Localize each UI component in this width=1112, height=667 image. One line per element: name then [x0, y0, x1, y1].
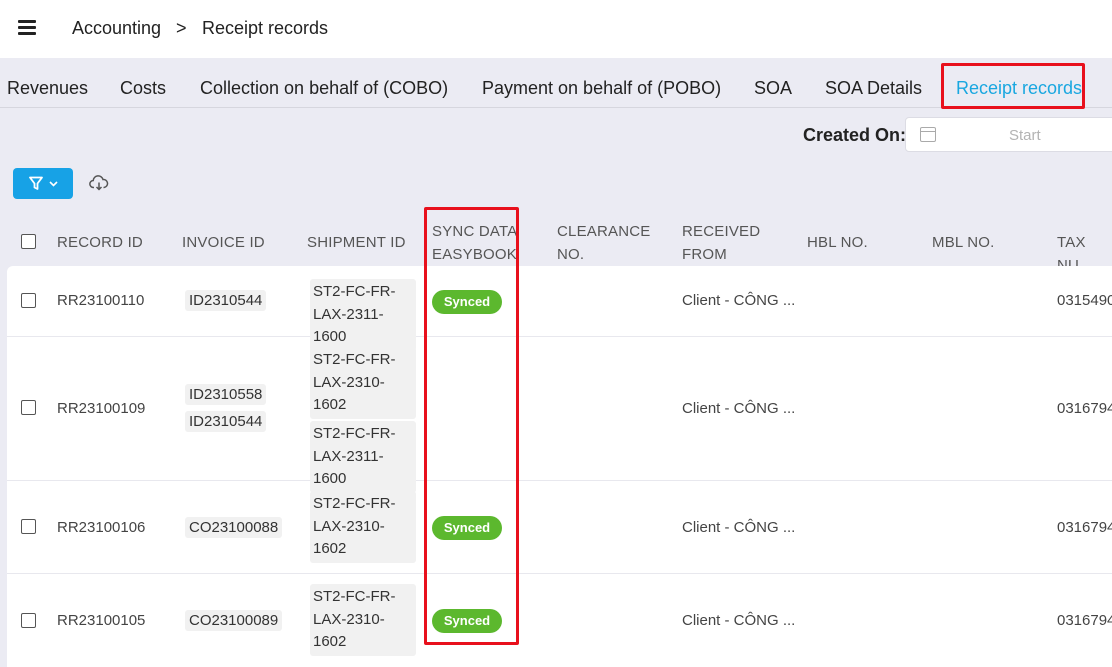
shipment-line: 1602 [313, 633, 347, 650]
calendar-icon [920, 127, 936, 142]
column-clearance-line-2: NO. [557, 246, 585, 263]
table-row[interactable]: RR23100110 ID2310544 ST2-FC-FR- LAX-2311-… [7, 266, 1112, 351]
chevron-down-icon [48, 180, 58, 187]
shipment-id-chip[interactable]: ST2-FC-FR- LAX-2310- 1602 [310, 491, 416, 563]
tab-costs[interactable]: Costs [120, 78, 166, 99]
row-checkbox[interactable] [21, 293, 36, 308]
row-checkbox[interactable] [21, 519, 36, 534]
column-mbl-no[interactable]: MBL NO. [932, 231, 995, 254]
invoice-id-chip[interactable]: CO23100088 [185, 517, 283, 538]
received-from: Client - CÔNG ... [682, 292, 796, 309]
table-row[interactable]: RR23100106 CO23100088 ST2-FC-FR- LAX-2310… [7, 481, 1112, 574]
tab-pobo[interactable]: Payment on behalf of (POBO) [482, 78, 721, 99]
invoice-id-chip[interactable]: ID2310544 [185, 290, 267, 311]
column-record-id[interactable]: RECORD ID [57, 231, 143, 254]
shipment-line: ST2-FC-FR- [313, 351, 396, 368]
row-checkbox[interactable] [21, 613, 36, 628]
cloud-download-icon[interactable] [89, 175, 109, 191]
tab-soa-details[interactable]: SOA Details [825, 78, 922, 99]
select-all-checkbox[interactable] [21, 234, 36, 249]
tab-cobo[interactable]: Collection on behalf of (COBO) [200, 78, 448, 99]
shipment-id-chip[interactable]: ST2-FC-FR- LAX-2310- 1602 [310, 347, 416, 419]
shipment-line: LAX-2310- [313, 610, 385, 628]
created-on-label: Created On: [803, 125, 907, 145]
received-from: Client - CÔNG ... [682, 519, 796, 536]
invoice-id-chip[interactable]: ID2310558 [185, 384, 267, 405]
shipment-line: ST2-FC-FR- [313, 425, 396, 442]
shipment-line: 1602 [313, 540, 347, 557]
column-received-line-2: FROM [682, 246, 727, 263]
tab-revenues[interactable]: Revenues [7, 78, 88, 99]
highlight-box-sync-data-column [424, 207, 519, 645]
column-received-from[interactable]: RECEIVED FROM [682, 220, 760, 266]
column-clearance-no[interactable]: CLEARANCE NO. [557, 220, 651, 266]
shipment-id-chip[interactable]: ST2-FC-FR- LAX-2310- 1602 [310, 584, 416, 656]
shipment-line: 1602 [313, 396, 347, 413]
column-clearance-line-1: CLEARANCE [557, 223, 651, 240]
table-row[interactable]: RR23100109 ID2310558 ID2310544 ST2-FC-FR… [7, 337, 1112, 493]
row-checkbox[interactable] [21, 400, 36, 415]
tax-number: 0315490 [1057, 292, 1112, 309]
column-invoice-id[interactable]: INVOICE ID [182, 231, 265, 254]
breadcrumb-current: Receipt records [202, 18, 329, 38]
tab-soa[interactable]: SOA [754, 78, 792, 99]
shipment-line: ST2-FC-FR- [313, 588, 396, 605]
shipment-line: LAX-2310- [313, 373, 385, 391]
filter-button[interactable] [13, 168, 73, 199]
record-id[interactable]: RR23100109 [57, 400, 145, 417]
breadcrumb-accounting[interactable]: Accounting [72, 18, 161, 39]
shipment-line: ST2-FC-FR- [313, 283, 396, 300]
tax-number: 0316794 [1057, 400, 1112, 417]
column-shipment-id[interactable]: SHIPMENT ID [307, 231, 406, 254]
hamburger-menu-icon[interactable] [18, 20, 36, 36]
highlight-box-receipt-records-tab [941, 63, 1085, 109]
start-placeholder: Start [1009, 127, 1041, 144]
created-on-start-date-input[interactable]: Start [905, 117, 1112, 152]
record-id[interactable]: RR23100110 [57, 292, 144, 309]
record-id[interactable]: RR23100106 [57, 519, 145, 536]
column-received-line-1: RECEIVED [682, 223, 761, 240]
received-from: Client - CÔNG ... [682, 400, 796, 417]
table-header: RECORD ID INVOICE ID SHIPMENT ID SYNC DA… [0, 208, 1112, 274]
record-id[interactable]: RR23100105 [57, 612, 145, 629]
received-from: Client - CÔNG ... [682, 612, 796, 629]
filter-icon [28, 176, 43, 190]
shipment-line: ST2-FC-FR- [313, 495, 396, 512]
invoice-id-chip[interactable]: CO23100089 [185, 610, 283, 631]
column-hbl-no[interactable]: HBL NO. [807, 231, 868, 254]
tax-number: 0316794 [1057, 519, 1112, 536]
shipment-line: LAX-2310- [313, 517, 385, 535]
breadcrumb-separator: > [176, 18, 187, 38]
top-bar: Accounting > Receipt records [0, 0, 1112, 58]
table-row[interactable]: RR23100105 CO23100089 ST2-FC-FR- LAX-2310… [7, 574, 1112, 667]
table-body: RR23100110 ID2310544 ST2-FC-FR- LAX-2311-… [7, 266, 1112, 667]
invoice-id-chip[interactable]: ID2310544 [185, 411, 267, 432]
tax-number: 0316794 [1057, 612, 1112, 629]
